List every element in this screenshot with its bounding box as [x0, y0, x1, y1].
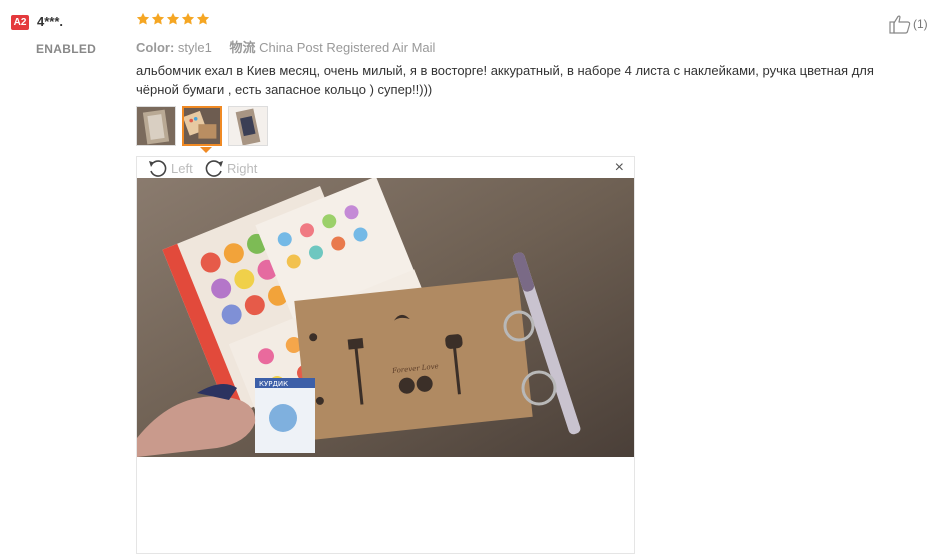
photo-thumbnails [136, 106, 268, 146]
card-label: КУРДИК [259, 380, 288, 388]
review-body: альбомчик ехал в Киев месяц, очень милый… [136, 63, 874, 97]
level-badge: A2 [11, 15, 29, 30]
rotate-right-button[interactable]: Right [203, 158, 257, 178]
reviewer-name: 4***. [37, 14, 64, 29]
reviewer-country: ENABLED [36, 42, 97, 56]
shipping-label: 物流 [229, 40, 256, 55]
rotate-right-icon [205, 160, 223, 177]
thumbnail-2[interactable] [182, 106, 222, 146]
rotate-left-button[interactable]: Left [147, 158, 193, 178]
review-meta: Color: style1 物流 China Post Registered A… [136, 37, 435, 56]
rotate-left-label: Left [171, 160, 193, 176]
shipping-value: China Post Registered Air Mail [259, 40, 436, 55]
star-icon [136, 12, 150, 25]
close-viewer-button[interactable]: × [615, 158, 624, 178]
star-icon [166, 12, 180, 25]
review-photo: Forever Love КУРДИК [137, 178, 634, 457]
viewer-toolbar: Left Right × [137, 157, 634, 178]
rotate-right-label: Right [227, 160, 258, 176]
thumbs-up-icon [889, 15, 911, 34]
color-label: Color: [136, 40, 175, 55]
reviewer-panel: A2 4***. ENABLED [0, 0, 125, 557]
helpful-button[interactable]: (1) [889, 14, 928, 34]
star-icon [196, 12, 210, 25]
thumbnail-1[interactable] [136, 106, 176, 146]
helpful-count: (1) [913, 17, 928, 31]
review-photo-image: Forever Love КУРДИК [137, 178, 634, 457]
rotate-left-icon [149, 160, 167, 177]
color-value: style1 [177, 40, 212, 55]
thumbnail-3[interactable] [228, 106, 268, 146]
star-icon [151, 12, 165, 25]
thumbnail-image [184, 108, 220, 144]
photo-viewer: Left Right × Forever Love КУРДИК [136, 156, 635, 554]
star-rating [136, 12, 210, 30]
thumbnail-image [137, 107, 175, 145]
thumbnail-image [229, 107, 267, 145]
active-thumbnail-caret [200, 147, 212, 153]
star-icon [181, 12, 195, 25]
